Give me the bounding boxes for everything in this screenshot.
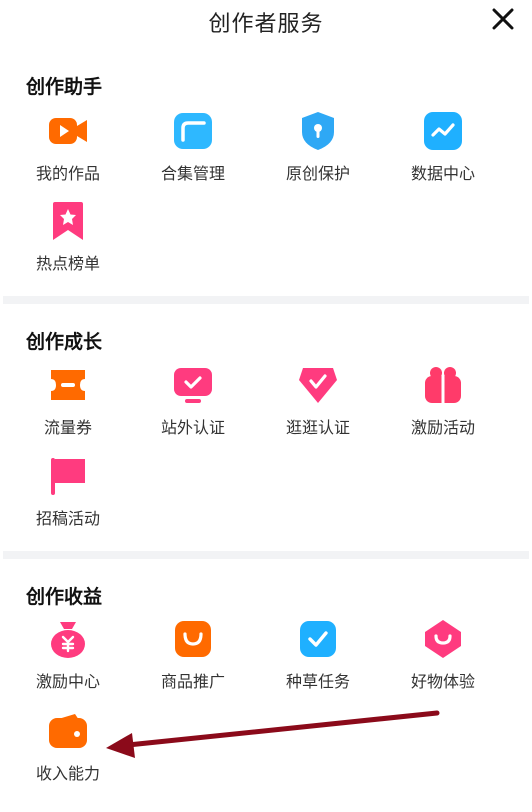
item-label: 招稿活动 [35,509,100,528]
item-product-promotion[interactable]: 商品推广 [149,618,237,708]
item-stroll-verify[interactable]: 逛逛认证 [274,364,362,454]
folder-icon [174,113,212,149]
item-collection-manage[interactable]: 合集管理 [149,110,237,200]
item-traffic-coupon[interactable]: 流量券 [24,364,112,454]
item-label: 激励中心 [35,672,100,691]
item-income-ability[interactable]: 收入能力 [24,710,112,800]
item-label: 商品推广 [160,672,225,691]
flag-icon [51,458,85,495]
item-label: 种草任务 [285,672,350,691]
item-label: 数据中心 [410,164,475,183]
section-title: 创作成长 [26,331,103,353]
item-offsite-verify[interactable]: 站外认证 [149,364,237,454]
header: 创作者服务 [0,0,532,44]
item-call-for-submissions[interactable]: 招稿活动 [24,455,112,545]
item-my-works[interactable]: 我的作品 [24,110,112,200]
page-title: 创作者服务 [208,12,324,37]
item-label: 热点榜单 [35,254,100,273]
bookmark-star-icon [53,202,83,240]
item-original-protection[interactable]: 原创保护 [274,110,362,200]
item-product-trial[interactable]: 好物体验 [399,618,487,708]
shield-lock-icon [302,112,334,150]
close-icon[interactable] [488,4,518,34]
item-label: 原创保护 [285,164,350,183]
money-bag-icon [51,622,85,658]
item-label: 好物体验 [410,672,475,691]
video-camera-icon [49,118,87,144]
item-label: 合集管理 [160,164,225,183]
item-label: 站外认证 [160,418,225,437]
check-badge-icon [300,621,336,657]
item-label: 我的作品 [35,164,100,183]
shopping-bag-icon [175,621,211,657]
item-incentive-events[interactable]: 激励活动 [399,364,487,454]
item-label: 流量券 [43,418,92,437]
section-title: 创作助手 [26,76,103,98]
item-seeding-tasks[interactable]: 种草任务 [274,618,362,708]
section-divider [3,296,529,304]
diamond-check-icon [299,368,337,403]
section-title: 创作收益 [26,586,103,608]
wallet-icon [49,714,87,748]
item-incentive-center[interactable]: 激励中心 [24,618,112,708]
monitor-check-icon [174,368,212,403]
item-hot-list[interactable]: 热点榜单 [24,200,112,290]
item-data-center[interactable]: 数据中心 [399,110,487,200]
item-label: 收入能力 [35,764,100,783]
ticket-icon [51,370,85,400]
section-divider [3,551,529,559]
gift-box-icon [425,620,461,658]
gift-icon [425,367,461,403]
item-label: 逛逛认证 [285,418,350,437]
item-label: 激励活动 [410,418,475,437]
trend-chart-icon [424,112,462,150]
